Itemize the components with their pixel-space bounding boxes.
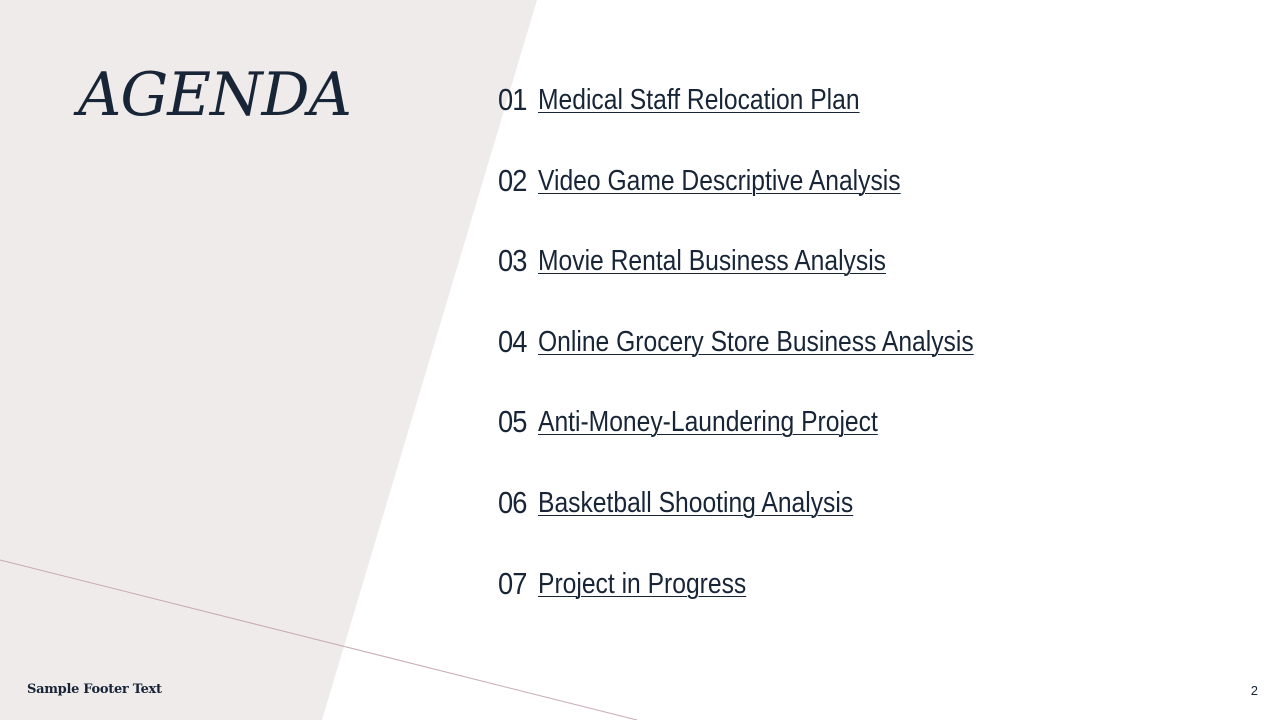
agenda-item-link[interactable]: Movie Rental Business Analysis: [538, 239, 886, 283]
agenda-item: 07 Project in Progress: [498, 562, 1258, 643]
agenda-item-link[interactable]: Video Game Descriptive Analysis: [538, 159, 901, 203]
agenda-item: 01 Medical Staff Relocation Plan: [498, 78, 1258, 159]
agenda-item-number: 03: [498, 243, 527, 279]
page-title: AGENDA: [78, 60, 352, 130]
agenda-item-number: 05: [498, 404, 527, 440]
agenda-item-link[interactable]: Anti-Money-Laundering Project: [538, 400, 878, 444]
agenda-item: 04 Online Grocery Store Business Analysi…: [498, 320, 1258, 401]
agenda-item-number: 01: [498, 82, 527, 117]
slide: AGENDA 01 Medical Staff Relocation Plan …: [0, 0, 1280, 720]
agenda-item-link[interactable]: Medical Staff Relocation Plan: [538, 78, 860, 122]
agenda-item-number: 02: [498, 162, 527, 198]
agenda-item-number: 04: [498, 323, 527, 359]
agenda-item: 02 Video Game Descriptive Analysis: [498, 159, 1258, 240]
page-number: 2: [1250, 683, 1258, 698]
agenda-item-link[interactable]: Online Grocery Store Business Analysis: [538, 320, 974, 364]
agenda-item-number: 06: [498, 484, 527, 520]
agenda-item: 05 Anti-Money-Laundering Project: [498, 400, 1258, 481]
agenda-list: 01 Medical Staff Relocation Plan 02 Vide…: [498, 78, 1258, 642]
agenda-item-link[interactable]: Basketball Shooting Analysis: [538, 481, 853, 525]
agenda-item-link[interactable]: Project in Progress: [538, 562, 746, 606]
agenda-item: 06 Basketball Shooting Analysis: [498, 481, 1258, 562]
agenda-item: 03 Movie Rental Business Analysis: [498, 239, 1258, 320]
footer-text: Sample Footer Text: [27, 682, 162, 697]
agenda-item-number: 07: [498, 565, 527, 601]
